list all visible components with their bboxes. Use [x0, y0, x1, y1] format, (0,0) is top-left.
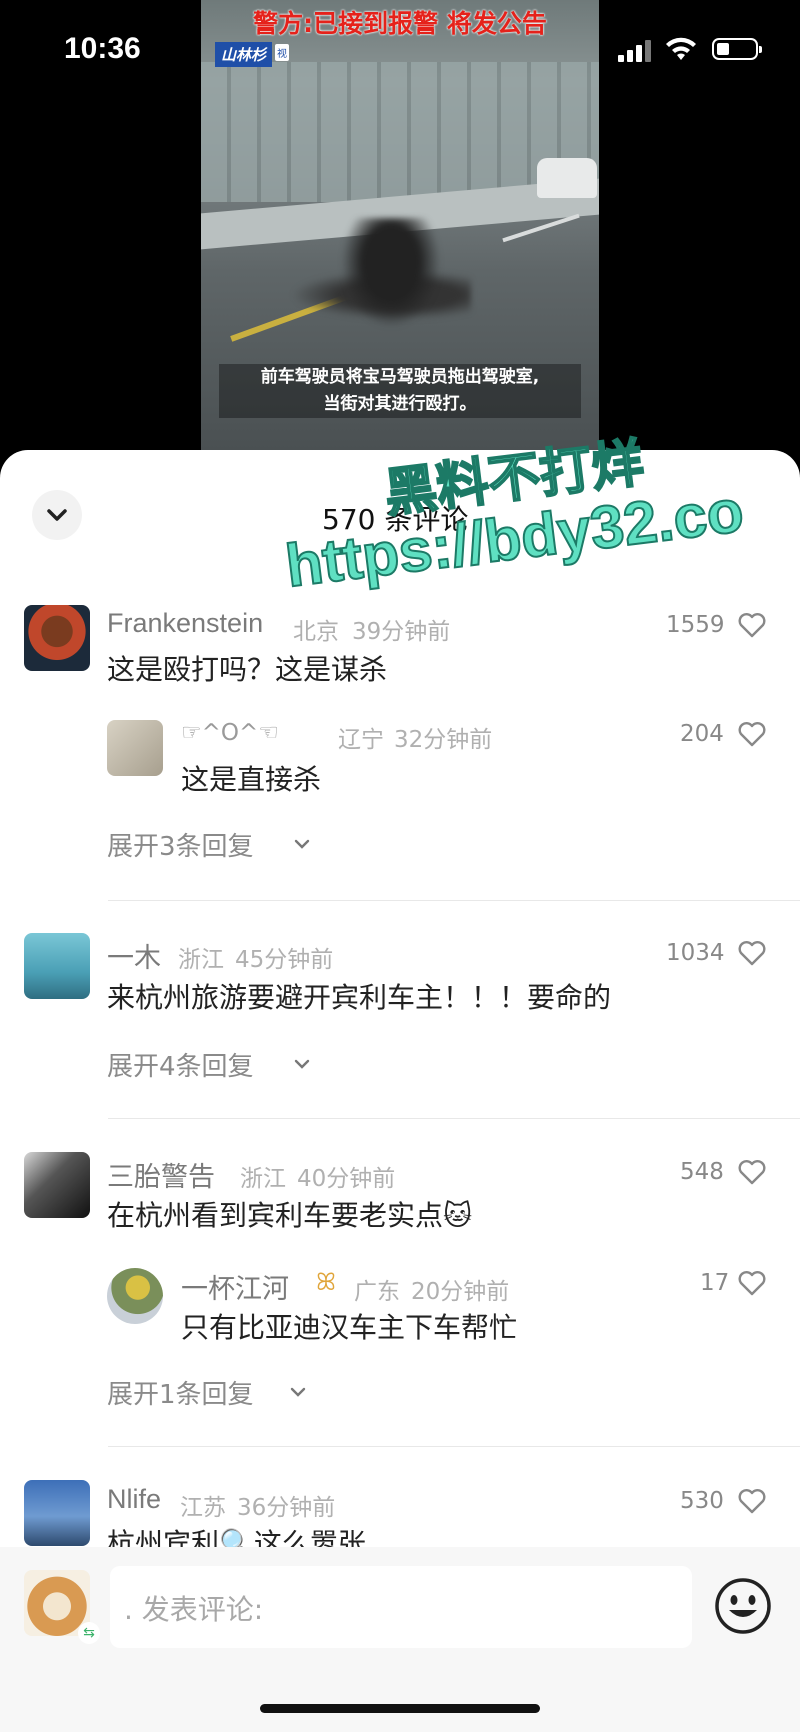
video-scene-person-blurred	[341, 218, 441, 328]
expand-replies-button[interactable]: 展开4条回复	[107, 1046, 254, 1083]
comment-username[interactable]: 三胎警告	[107, 1155, 215, 1194]
like-count: 530	[680, 1488, 724, 1514]
switch-account-icon[interactable]: ⇆	[78, 1622, 100, 1644]
emoji-icon[interactable]	[714, 1577, 772, 1635]
expand-replies-button[interactable]: 展开3条回复	[107, 826, 254, 863]
cellular-signal-icon	[618, 40, 651, 62]
reply-location: 广东	[354, 1279, 400, 1305]
like-count: 548	[680, 1159, 724, 1185]
comment-time: 36分钟前	[237, 1495, 336, 1521]
home-indicator[interactable]	[260, 1704, 540, 1713]
comment-location: 浙江	[178, 947, 224, 973]
divider	[108, 900, 800, 901]
heart-icon[interactable]	[738, 1270, 766, 1296]
comment-location: 浙江	[240, 1166, 286, 1192]
comment-input-placeholder: . 发表评论:	[124, 1593, 264, 1626]
collapse-button[interactable]	[32, 490, 82, 540]
comment-time: 45分钟前	[235, 947, 334, 973]
comment-time: 40分钟前	[297, 1166, 396, 1192]
avatar[interactable]	[107, 720, 163, 776]
divider	[108, 1446, 800, 1447]
chevron-down-icon	[290, 1387, 306, 1397]
comment-location: 北京	[293, 619, 339, 645]
video-caption-line2: 当街对其进行殴打。	[323, 394, 477, 414]
comment-time: 39分钟前	[352, 619, 451, 645]
comment-username[interactable]: 一木	[107, 936, 161, 975]
reply-location: 辽宁	[338, 727, 384, 753]
like-count: 17	[700, 1270, 730, 1296]
reply-time: 32分钟前	[394, 727, 493, 753]
divider	[108, 1118, 800, 1119]
wifi-icon	[666, 37, 696, 60]
reply-text: 这是直接杀	[181, 763, 322, 796]
comment-text-row: 在杭州看到宾利车要老实点🐱	[107, 1194, 472, 1234]
video-caption: 前车驾驶员将宝马驾驶员拖出驾驶室, 当街对其进行殴打。	[219, 364, 581, 418]
heart-icon[interactable]	[738, 721, 766, 747]
heart-icon[interactable]	[738, 1488, 766, 1514]
chevron-down-icon	[294, 1059, 310, 1069]
battery-icon	[712, 38, 762, 60]
reply-time: 20分钟前	[411, 1279, 510, 1305]
cat-emoji-icon: 🐱	[443, 1199, 473, 1232]
comment-text: 来杭州旅游要避开宾利车主！！！要命的	[107, 981, 612, 1014]
expand-replies-button[interactable]: 展开1条回复	[107, 1374, 254, 1411]
video-player[interactable]: 警方:已接到报警 将发公告 山林杉 视 前车驾驶员将宝马驾驶员拖出驾驶室, 当街…	[201, 0, 599, 452]
channel-logo-tag: 视	[275, 44, 289, 61]
vip-badge-icon: ꕤ	[316, 1268, 336, 1296]
heart-icon[interactable]	[738, 612, 766, 638]
video-scene-car	[537, 158, 597, 198]
status-time: 10:36	[64, 32, 141, 65]
heart-icon[interactable]	[738, 940, 766, 966]
like-count: 1034	[666, 940, 725, 966]
avatar[interactable]	[107, 1268, 163, 1324]
heart-icon[interactable]	[738, 1159, 766, 1185]
channel-logo: 山林杉	[215, 42, 273, 67]
like-count: 204	[680, 721, 724, 747]
reply-username[interactable]: ☞^O^☜	[181, 720, 279, 746]
avatar[interactable]	[24, 1152, 90, 1218]
comment-username[interactable]: Frankenstein	[107, 608, 263, 639]
reply-username[interactable]: 一杯江河	[181, 1267, 289, 1306]
comment-text: 这是殴打吗？这是谋杀	[107, 653, 388, 686]
avatar[interactable]	[24, 605, 90, 671]
comment-location: 江苏	[180, 1495, 226, 1521]
avatar[interactable]	[24, 933, 90, 999]
comment-username[interactable]: Nlife	[107, 1484, 161, 1515]
like-count: 1559	[666, 612, 725, 638]
reply-text: 只有比亚迪汉车主下车帮忙	[181, 1311, 518, 1344]
comment-text: 在杭州看到宾利车要老实点	[107, 1199, 444, 1232]
avatar[interactable]	[24, 1480, 90, 1546]
chevron-down-icon	[294, 839, 310, 849]
video-headline: 警方:已接到报警 将发公告	[253, 9, 547, 38]
video-caption-line1: 前车驾驶员将宝马驾驶员拖出驾驶室,	[260, 367, 540, 387]
chevron-down-icon	[47, 509, 67, 521]
